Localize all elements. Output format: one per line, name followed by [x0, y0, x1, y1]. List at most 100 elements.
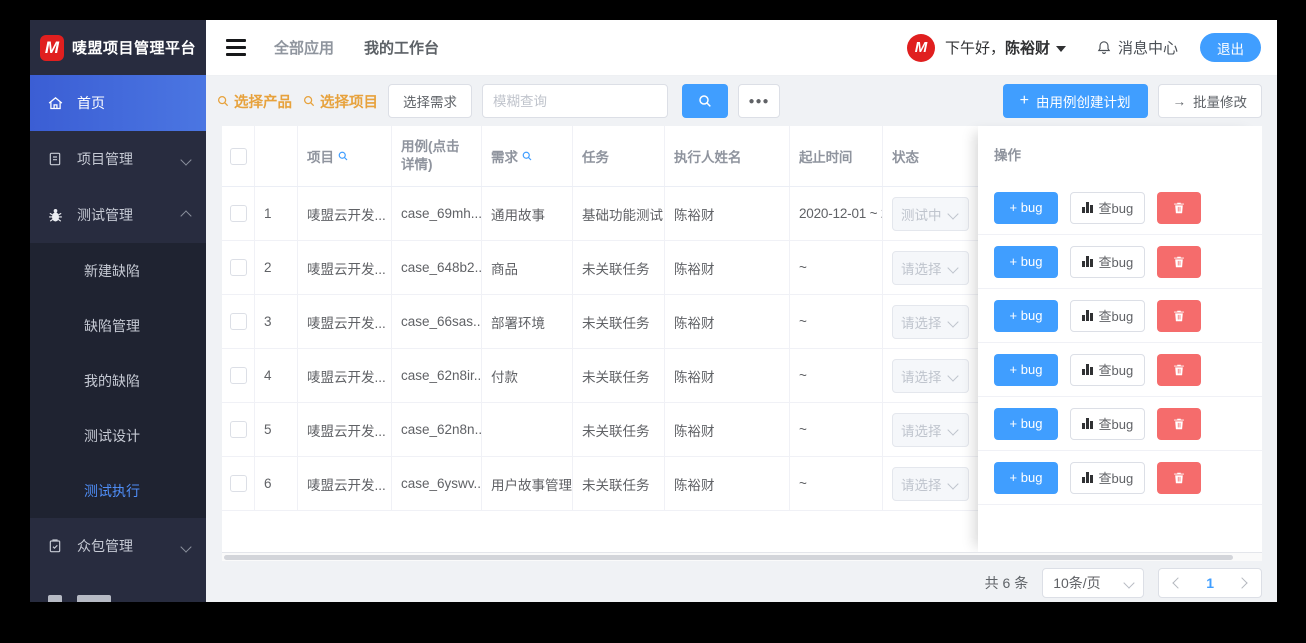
row-index: 3 — [255, 295, 298, 348]
cell-case[interactable]: case_6yswv... — [392, 457, 482, 510]
avatar[interactable]: M — [906, 33, 935, 62]
view-bug-button[interactable]: 查bug — [1070, 461, 1146, 494]
add-bug-button[interactable]: + bug — [994, 353, 1058, 386]
status-select[interactable]: 请选择 — [892, 466, 969, 501]
view-bug-label: 查bug — [1098, 417, 1134, 432]
status-select[interactable]: 测试中 — [892, 196, 969, 231]
add-bug-button[interactable]: + bug — [994, 407, 1058, 440]
cell-requirement: 用户故事管理 — [482, 457, 573, 510]
menu-icon — [46, 593, 64, 602]
message-center[interactable]: 消息中心 — [1096, 37, 1178, 58]
view-bug-button[interactable]: 查bug — [1070, 407, 1146, 440]
status-select[interactable]: 请选择 — [892, 412, 969, 447]
select-product-link[interactable]: 选择产品 — [216, 91, 292, 112]
more-filters-button[interactable]: ●●● — [738, 84, 780, 118]
user-greeting[interactable]: 下午好，陈裕财 — [945, 37, 1066, 58]
select-requirement-button[interactable]: 选择需求 — [388, 84, 472, 118]
delete-button[interactable] — [1157, 407, 1202, 440]
row-checkbox[interactable] — [229, 313, 247, 330]
horizontal-scrollbar[interactable] — [222, 552, 1262, 561]
bar-chart-icon — [1082, 472, 1093, 483]
tab-all-apps[interactable]: 全部应用 — [274, 37, 334, 58]
delete-button[interactable] — [1157, 353, 1202, 386]
chevron-down-icon — [947, 423, 959, 436]
sidebar-subitem-my-defects[interactable]: 我的缺陷 — [30, 353, 206, 408]
batch-edit-button[interactable]: → 批量修改 — [1157, 84, 1262, 118]
view-bug-button[interactable]: 查bug — [1070, 299, 1146, 332]
logout-button[interactable]: 退出 — [1200, 33, 1261, 62]
cell-case[interactable]: case_62n8n... — [392, 403, 482, 456]
cell-case[interactable]: case_648b2... — [392, 241, 482, 294]
sidebar-subitem-test-execution[interactable]: 测试执行 — [30, 463, 206, 518]
sidebar-item-crowd-mgmt[interactable]: 众包管理 — [30, 518, 206, 574]
cell-project: 唛盟云开发... — [298, 295, 392, 348]
batch-edit-label: 批量修改 — [1193, 95, 1247, 110]
row-checkbox[interactable] — [229, 421, 247, 438]
delete-button[interactable] — [1157, 191, 1202, 224]
subitem-label: 缺陷管理 — [84, 317, 140, 334]
cell-case[interactable]: case_66sas... — [392, 295, 482, 348]
pagination: 共 6 条 10条/页 1 — [985, 568, 1262, 598]
chevron-down-icon — [947, 315, 959, 328]
sidebar-item-partial[interactable] — [30, 574, 206, 602]
message-center-label: 消息中心 — [1117, 40, 1178, 57]
subitem-label: 测试设计 — [84, 427, 140, 444]
row-checkbox[interactable] — [229, 475, 247, 492]
sidebar-item-project-mgmt[interactable]: 项目管理 — [30, 131, 206, 187]
add-bug-button[interactable]: + bug — [994, 191, 1058, 224]
status-select[interactable]: 请选择 — [892, 358, 969, 393]
search-button[interactable] — [682, 84, 728, 118]
main-area: 全部应用 我的工作台 M 下午好，陈裕财 消息中心 退出 选择产品 选择项目 选… — [206, 20, 1277, 602]
row-checkbox[interactable] — [229, 259, 247, 276]
delete-button[interactable] — [1157, 245, 1202, 278]
status-select[interactable]: 请选择 — [892, 304, 969, 339]
clipped-label — [77, 595, 111, 602]
table-row: 6 唛盟云开发... case_6yswv... 用户故事管理 未关联任务 陈裕… — [222, 457, 978, 511]
cell-task: 未关联任务 — [573, 241, 665, 294]
sidebar-subitem-test-design[interactable]: 测试设计 — [30, 408, 206, 463]
table-row: 3 唛盟云开发... case_66sas... 部署环境 未关联任务 陈裕财 … — [222, 295, 978, 349]
cell-dates: ~ — [790, 349, 883, 402]
chevron-down-icon — [947, 369, 959, 382]
bar-chart-icon — [1082, 202, 1093, 213]
tab-my-workbench[interactable]: 我的工作台 — [364, 37, 439, 58]
create-plan-button[interactable]: + 由用例创建计划 — [1002, 84, 1148, 118]
add-bug-button[interactable]: + bug — [994, 299, 1058, 332]
sidebar-item-test-mgmt[interactable]: 测试管理 — [30, 187, 206, 243]
cell-case[interactable]: case_62n8ir... — [392, 349, 482, 402]
cell-executor: 陈裕财 — [665, 187, 790, 240]
delete-button[interactable] — [1157, 299, 1202, 332]
sidebar-subitem-new-defect[interactable]: 新建缺陷 — [30, 243, 206, 298]
view-bug-button[interactable]: 查bug — [1070, 191, 1146, 224]
add-bug-button[interactable]: + bug — [994, 461, 1058, 494]
view-bug-button[interactable]: 查bug — [1070, 245, 1146, 278]
scrollbar-thumb[interactable] — [224, 555, 1233, 560]
row-checkbox[interactable] — [229, 367, 247, 384]
search-icon — [697, 93, 713, 109]
bug-icon — [46, 206, 64, 224]
add-bug-button[interactable]: + bug — [994, 245, 1058, 278]
select-all-checkbox[interactable] — [229, 147, 247, 165]
view-bug-label: 查bug — [1098, 201, 1134, 216]
search-icon[interactable] — [521, 150, 533, 162]
trash-icon — [1172, 201, 1186, 215]
status-select[interactable]: 请选择 — [892, 250, 969, 285]
prev-page-icon[interactable] — [1172, 577, 1184, 589]
select-project-link[interactable]: 选择项目 — [302, 91, 378, 112]
page-size-select[interactable]: 10条/页 — [1042, 568, 1145, 598]
chevron-down-icon — [1123, 577, 1135, 589]
hamburger-menu-icon[interactable] — [226, 39, 246, 56]
fuzzy-search-input[interactable] — [482, 84, 668, 118]
sidebar-subitem-defect-mgmt[interactable]: 缺陷管理 — [30, 298, 206, 353]
sidebar-item-home[interactable]: 首页 — [30, 75, 206, 131]
delete-button[interactable] — [1157, 461, 1202, 494]
row-checkbox[interactable] — [229, 205, 247, 222]
search-icon[interactable] — [337, 150, 349, 162]
header-label: 项目 — [307, 150, 334, 165]
subitem-label: 新建缺陷 — [84, 262, 140, 279]
cell-executor: 陈裕财 — [665, 295, 790, 348]
next-page-icon[interactable] — [1236, 577, 1248, 589]
view-bug-button[interactable]: 查bug — [1070, 353, 1146, 386]
cell-case[interactable]: case_69mh... — [392, 187, 482, 240]
current-page[interactable]: 1 — [1206, 575, 1214, 591]
